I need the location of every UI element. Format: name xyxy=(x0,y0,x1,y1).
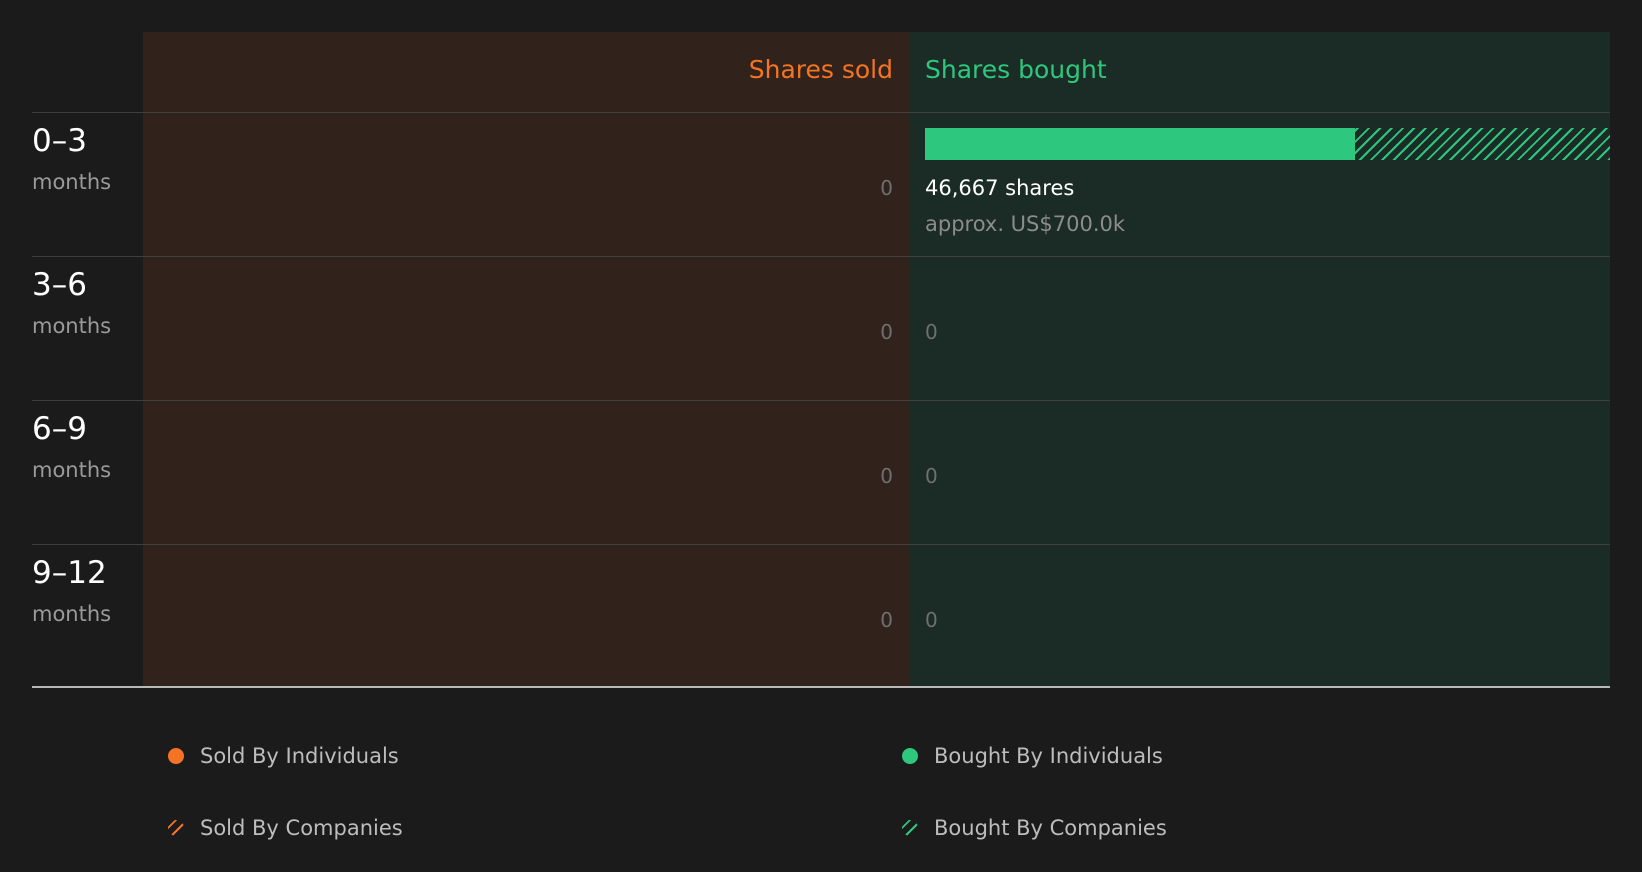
legend-label: Sold By Companies xyxy=(200,816,403,840)
legend-label: Bought By Individuals xyxy=(934,744,1163,768)
row-divider xyxy=(32,400,1610,401)
period-unit: months xyxy=(32,602,112,626)
sold-value-label: 0 xyxy=(880,464,893,488)
period-label: 0–3 months xyxy=(32,123,111,195)
legend-item: Sold By Companies xyxy=(168,813,403,843)
bought-shares-label: 46,667 shares xyxy=(925,176,1075,200)
chart-baseline xyxy=(32,686,1610,688)
period-range: 6–9 xyxy=(32,411,87,447)
bought-value-label: 0 xyxy=(925,464,938,488)
row-divider xyxy=(32,112,1610,113)
period-unit: months xyxy=(32,458,112,482)
legend-item: Bought By Companies xyxy=(902,813,1167,843)
period-unit: months xyxy=(32,314,112,338)
row-divider xyxy=(32,256,1610,257)
legend-label: Bought By Companies xyxy=(934,816,1167,840)
period-range: 9–12 xyxy=(32,555,107,591)
hatched-swatch-icon xyxy=(902,820,918,836)
period-range: 3–6 xyxy=(32,267,87,303)
bought-value-label: 0 xyxy=(925,608,938,632)
bought-individuals-bar xyxy=(925,128,1356,160)
period-unit: months xyxy=(32,170,112,194)
row-divider xyxy=(32,544,1610,545)
sold-value-label: 0 xyxy=(880,608,893,632)
period-label: 3–6 months xyxy=(32,267,111,339)
shares-sold-header: Shares sold xyxy=(748,55,893,84)
bought-value-label: approx. US$700.0k xyxy=(925,212,1126,236)
sold-value-label: 0 xyxy=(880,176,893,200)
bought-companies-bar xyxy=(1355,128,1610,160)
sold-panel xyxy=(143,32,909,687)
legend-item: Sold By Individuals xyxy=(168,741,399,771)
shares-bought-header: Shares bought xyxy=(925,55,1107,84)
legend-label: Sold By Individuals xyxy=(200,744,399,768)
hatched-swatch-icon xyxy=(168,820,184,836)
bought-value-label: 0 xyxy=(925,320,938,344)
sold-value-label: 0 xyxy=(880,320,893,344)
period-range: 0–3 xyxy=(32,123,87,159)
period-label: 6–9 months xyxy=(32,411,111,483)
legend-item: Bought By Individuals xyxy=(902,741,1163,771)
period-label: 9–12 months xyxy=(32,555,111,627)
dot-swatch-icon xyxy=(902,748,918,764)
dot-swatch-icon xyxy=(168,748,184,764)
